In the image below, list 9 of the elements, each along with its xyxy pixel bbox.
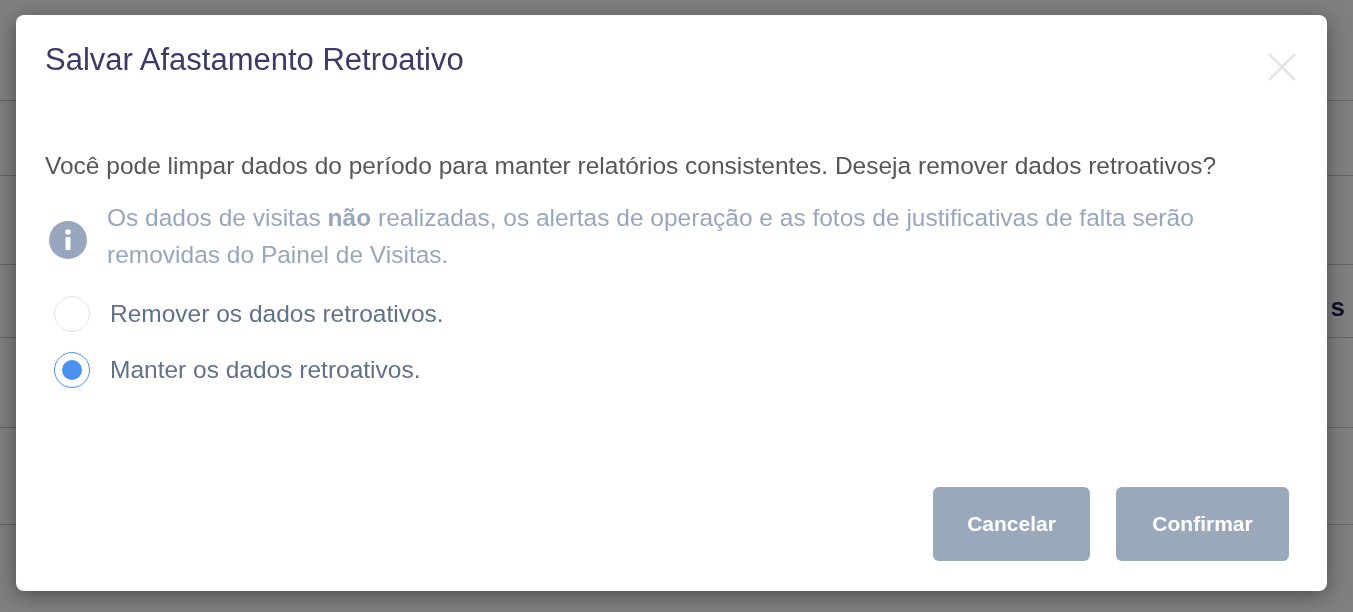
option-label[interactable]: Remover os dados retroativos. <box>110 300 444 328</box>
option-label[interactable]: Manter os dados retroativos. <box>110 356 421 384</box>
info-text: Os dados de visitas não realizadas, os alertas de operação e as fotos de justificativas de falta serão removidas do Painel de Visitas. <box>107 203 1195 270</box>
dialog-message: Você pode limpar dados do período para manter relatórios consistentes. Deseja remover dados retroativos? <box>45 151 1218 181</box>
info-icon <box>49 221 87 259</box>
dialog-title: Salvar Afastamento Retroativo <box>45 42 464 78</box>
close-button[interactable] <box>1268 53 1296 81</box>
close-icon <box>1268 53 1296 81</box>
background-text: s <box>1330 292 1345 323</box>
